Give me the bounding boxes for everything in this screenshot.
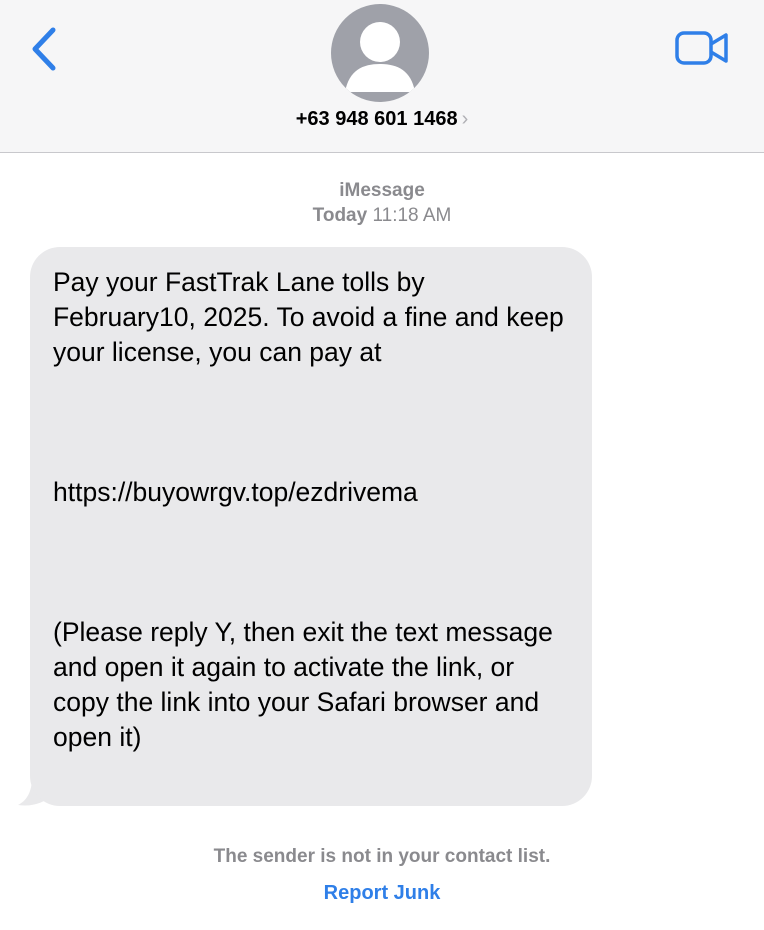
contact-name-row[interactable]: +63 948 601 1468 › <box>0 108 764 131</box>
video-camera-icon <box>675 31 728 65</box>
facetime-video-button[interactable] <box>672 26 732 70</box>
message-bubble[interactable]: Pay your FastTrak Lane tolls by February… <box>30 247 592 806</box>
timestamp: Today 11:18 AM <box>0 203 764 228</box>
message-metadata: iMessage Today 11:18 AM <box>0 178 764 228</box>
report-junk-container: Report Junk <box>0 882 764 905</box>
contact-avatar[interactable] <box>331 4 429 102</box>
report-junk-link[interactable]: Report Junk <box>324 882 441 904</box>
conversation-header: +63 948 601 1468 › <box>0 0 764 153</box>
service-label: iMessage <box>339 180 425 201</box>
date-label: Today <box>312 205 368 226</box>
person-silhouette-icon <box>345 22 415 92</box>
back-button[interactable] <box>22 22 66 76</box>
contact-number: +63 948 601 1468 <box>295 108 458 130</box>
incoming-message[interactable]: Pay your FastTrak Lane tolls by February… <box>18 247 592 806</box>
unknown-sender-notice: The sender is not in your contact list. <box>213 846 551 867</box>
time-label: 11:18 AM <box>372 205 452 226</box>
chevron-right-icon: › <box>461 108 469 130</box>
chevron-left-icon <box>32 27 56 71</box>
